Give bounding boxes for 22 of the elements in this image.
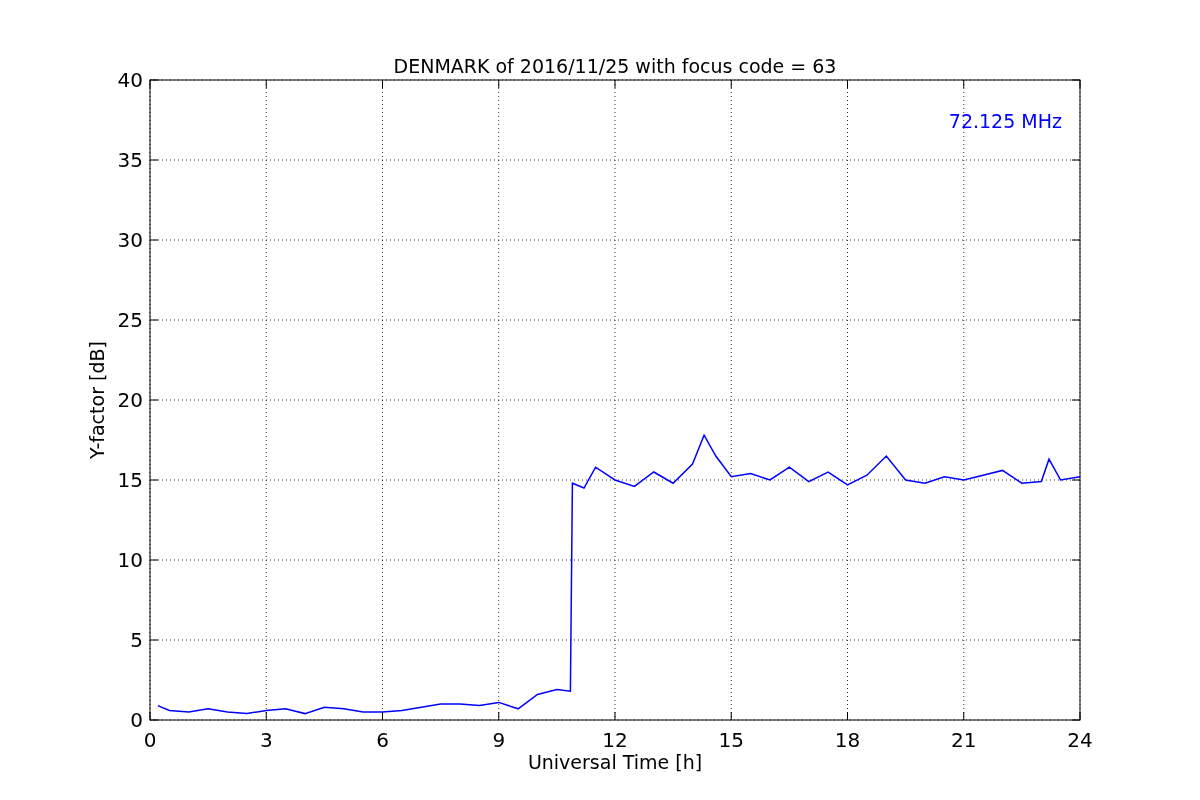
tick-label: 35 bbox=[117, 148, 143, 172]
tick-label: 6 bbox=[376, 728, 389, 752]
tick-label: 5 bbox=[130, 628, 143, 652]
tick-label: 40 bbox=[117, 68, 143, 92]
legend-label: 72.125 MHz bbox=[948, 110, 1062, 132]
chart-title: DENMARK of 2016/11/25 with focus code = 63 bbox=[393, 55, 837, 77]
tick-label: 21 bbox=[951, 728, 977, 752]
tick-label: 24 bbox=[1067, 728, 1093, 752]
tick-label: 3 bbox=[259, 728, 273, 752]
tick-label: 0 bbox=[130, 708, 143, 732]
tick-label: 0 bbox=[143, 728, 157, 752]
tick-label: 25 bbox=[117, 308, 143, 332]
tick-label: 30 bbox=[117, 228, 143, 252]
y-axis-label: Y-factor [dB] bbox=[86, 341, 108, 459]
tick-label: 12 bbox=[602, 728, 628, 752]
tick-label: 20 bbox=[117, 388, 143, 412]
tick-label: 18 bbox=[834, 728, 861, 752]
tick-label: 10 bbox=[117, 548, 143, 572]
tick-label: 15 bbox=[718, 728, 744, 752]
tick-label: 9 bbox=[492, 728, 506, 752]
x-axis-label: Universal Time [h] bbox=[527, 751, 703, 773]
tick-label: 15 bbox=[117, 468, 143, 492]
